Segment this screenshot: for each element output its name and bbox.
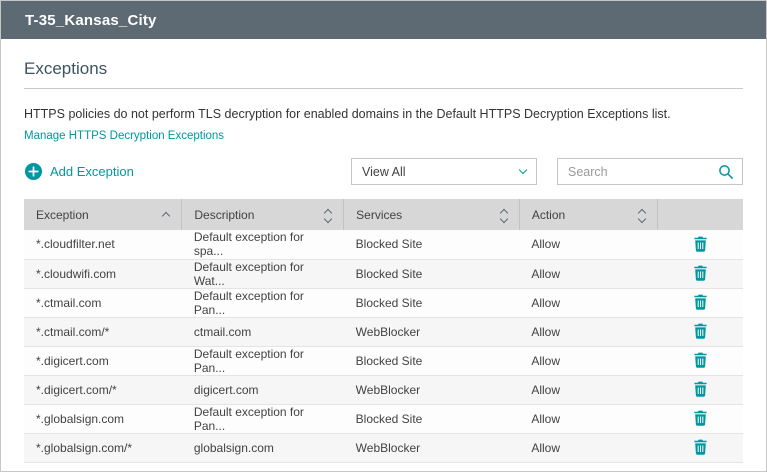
exception-link[interactable]: *.cloudfilter.net — [24, 230, 182, 260]
sort-both-icon — [499, 208, 509, 223]
column-header-actions-empty — [656, 199, 743, 230]
description-cell: Default exception for Pan... — [181, 404, 344, 434]
column-header-services-label: Services — [356, 207, 403, 222]
add-exception-label: Add Exception — [50, 164, 134, 179]
exception-link[interactable]: *.digicert.com — [24, 346, 182, 376]
view-filter-value: View All — [362, 164, 406, 179]
table-row: *.ctmail.com/* ctmail.com WebBlocker All… — [24, 317, 743, 347]
titlebar: T-35_Kansas_City — [1, 1, 766, 39]
search-box — [557, 158, 743, 185]
services-cell: Blocked Site — [343, 346, 520, 376]
column-header-description[interactable]: Description — [181, 199, 344, 230]
services-cell: WebBlocker — [343, 317, 520, 347]
delete-exception-button[interactable] — [689, 263, 712, 283]
services-cell: Blocked Site — [343, 259, 520, 289]
search-input[interactable] — [568, 164, 718, 179]
column-header-action[interactable]: Action — [518, 199, 658, 230]
column-header-exception[interactable]: Exception — [24, 199, 182, 230]
table-row: *.cloudwifi.com Default exception for Wa… — [24, 259, 743, 289]
delete-exception-button[interactable] — [689, 234, 712, 254]
description-cell: digicert.com — [181, 375, 344, 405]
services-cell: Blocked Site — [343, 230, 520, 260]
description-text: HTTPS policies do not perform TLS decryp… — [24, 107, 671, 121]
table-row: *.digicert.com Default exception for Pan… — [24, 346, 743, 376]
delete-exception-button[interactable] — [689, 408, 712, 428]
services-cell: Blocked Site — [343, 404, 520, 434]
table-row: *.cloudfilter.net Default exception for … — [24, 230, 743, 260]
table-header-row: Exception Description Services Action — [24, 199, 743, 230]
action-cell: Allow — [519, 317, 658, 347]
action-cell: Allow — [519, 346, 658, 376]
add-exception-button[interactable]: Add Exception — [24, 162, 134, 181]
action-cell: Allow — [519, 404, 658, 434]
exception-link[interactable]: *.ctmail.com/* — [24, 317, 182, 347]
exception-link[interactable]: *.ctmail.com — [24, 288, 182, 318]
delete-exception-button[interactable] — [689, 321, 712, 341]
view-filter-dropdown[interactable]: View All — [351, 158, 537, 185]
action-cell: Allow — [519, 230, 658, 260]
content: Exceptions HTTPS policies do not perform… — [1, 39, 766, 471]
table-row: *.globalsign.com Default exception for P… — [24, 404, 743, 434]
services-cell: WebBlocker — [343, 433, 520, 463]
table-body: *.cloudfilter.net Default exception for … — [24, 230, 743, 463]
action-cell: Allow — [519, 288, 658, 318]
sort-asc-icon — [162, 211, 171, 221]
exception-link[interactable]: *.cloudwifi.com — [24, 259, 182, 289]
chevron-down-icon — [518, 165, 528, 175]
table-row: *.digicert.com/* digicert.com WebBlocker… — [24, 375, 743, 405]
search-icon — [718, 164, 734, 180]
description-cell: ctmail.com — [181, 317, 344, 347]
delete-exception-button[interactable] — [689, 292, 712, 312]
exception-link[interactable]: *.globalsign.com — [24, 404, 182, 434]
exceptions-table: Exception Description Services Action *.… — [24, 199, 743, 463]
action-cell: Allow — [519, 259, 658, 289]
delete-exception-button[interactable] — [689, 350, 712, 370]
description-cell: globalsign.com — [181, 433, 344, 463]
add-icon — [24, 162, 43, 181]
table-row: *.globalsign.com/* globalsign.com WebBlo… — [24, 433, 743, 463]
divider — [24, 88, 743, 89]
description-cell: Default exception for Pan... — [181, 288, 344, 318]
table-row: *.ctmail.com Default exception for Pan..… — [24, 288, 743, 318]
description-cell: Default exception for spa... — [181, 230, 344, 260]
page: T-35_Kansas_City Exceptions HTTPS polici… — [0, 0, 767, 472]
manage-exceptions-link[interactable]: Manage HTTPS Decryption Exceptions — [24, 130, 224, 142]
exception-link[interactable]: *.digicert.com/* — [24, 375, 182, 405]
action-cell: Allow — [519, 375, 658, 405]
services-cell: Blocked Site — [343, 288, 520, 318]
column-header-description-label: Description — [194, 207, 255, 222]
action-cell: Allow — [519, 433, 658, 463]
column-header-exception-label: Exception — [36, 207, 89, 222]
services-cell: WebBlocker — [343, 375, 520, 405]
delete-exception-button[interactable] — [689, 437, 712, 457]
section-title: Exceptions — [24, 59, 108, 78]
description-cell: Default exception for Wat... — [181, 259, 344, 289]
exception-link[interactable]: *.globalsign.com/* — [24, 433, 182, 463]
sort-both-icon — [323, 208, 333, 223]
toolbar: Add Exception View All — [24, 158, 743, 185]
column-header-action-label: Action — [531, 207, 566, 222]
sort-both-icon — [637, 208, 646, 223]
delete-exception-button[interactable] — [689, 379, 712, 399]
description-cell: Default exception for Pan... — [181, 346, 344, 376]
column-header-services[interactable]: Services — [343, 199, 520, 230]
page-title: T-35_Kansas_City — [25, 11, 157, 29]
